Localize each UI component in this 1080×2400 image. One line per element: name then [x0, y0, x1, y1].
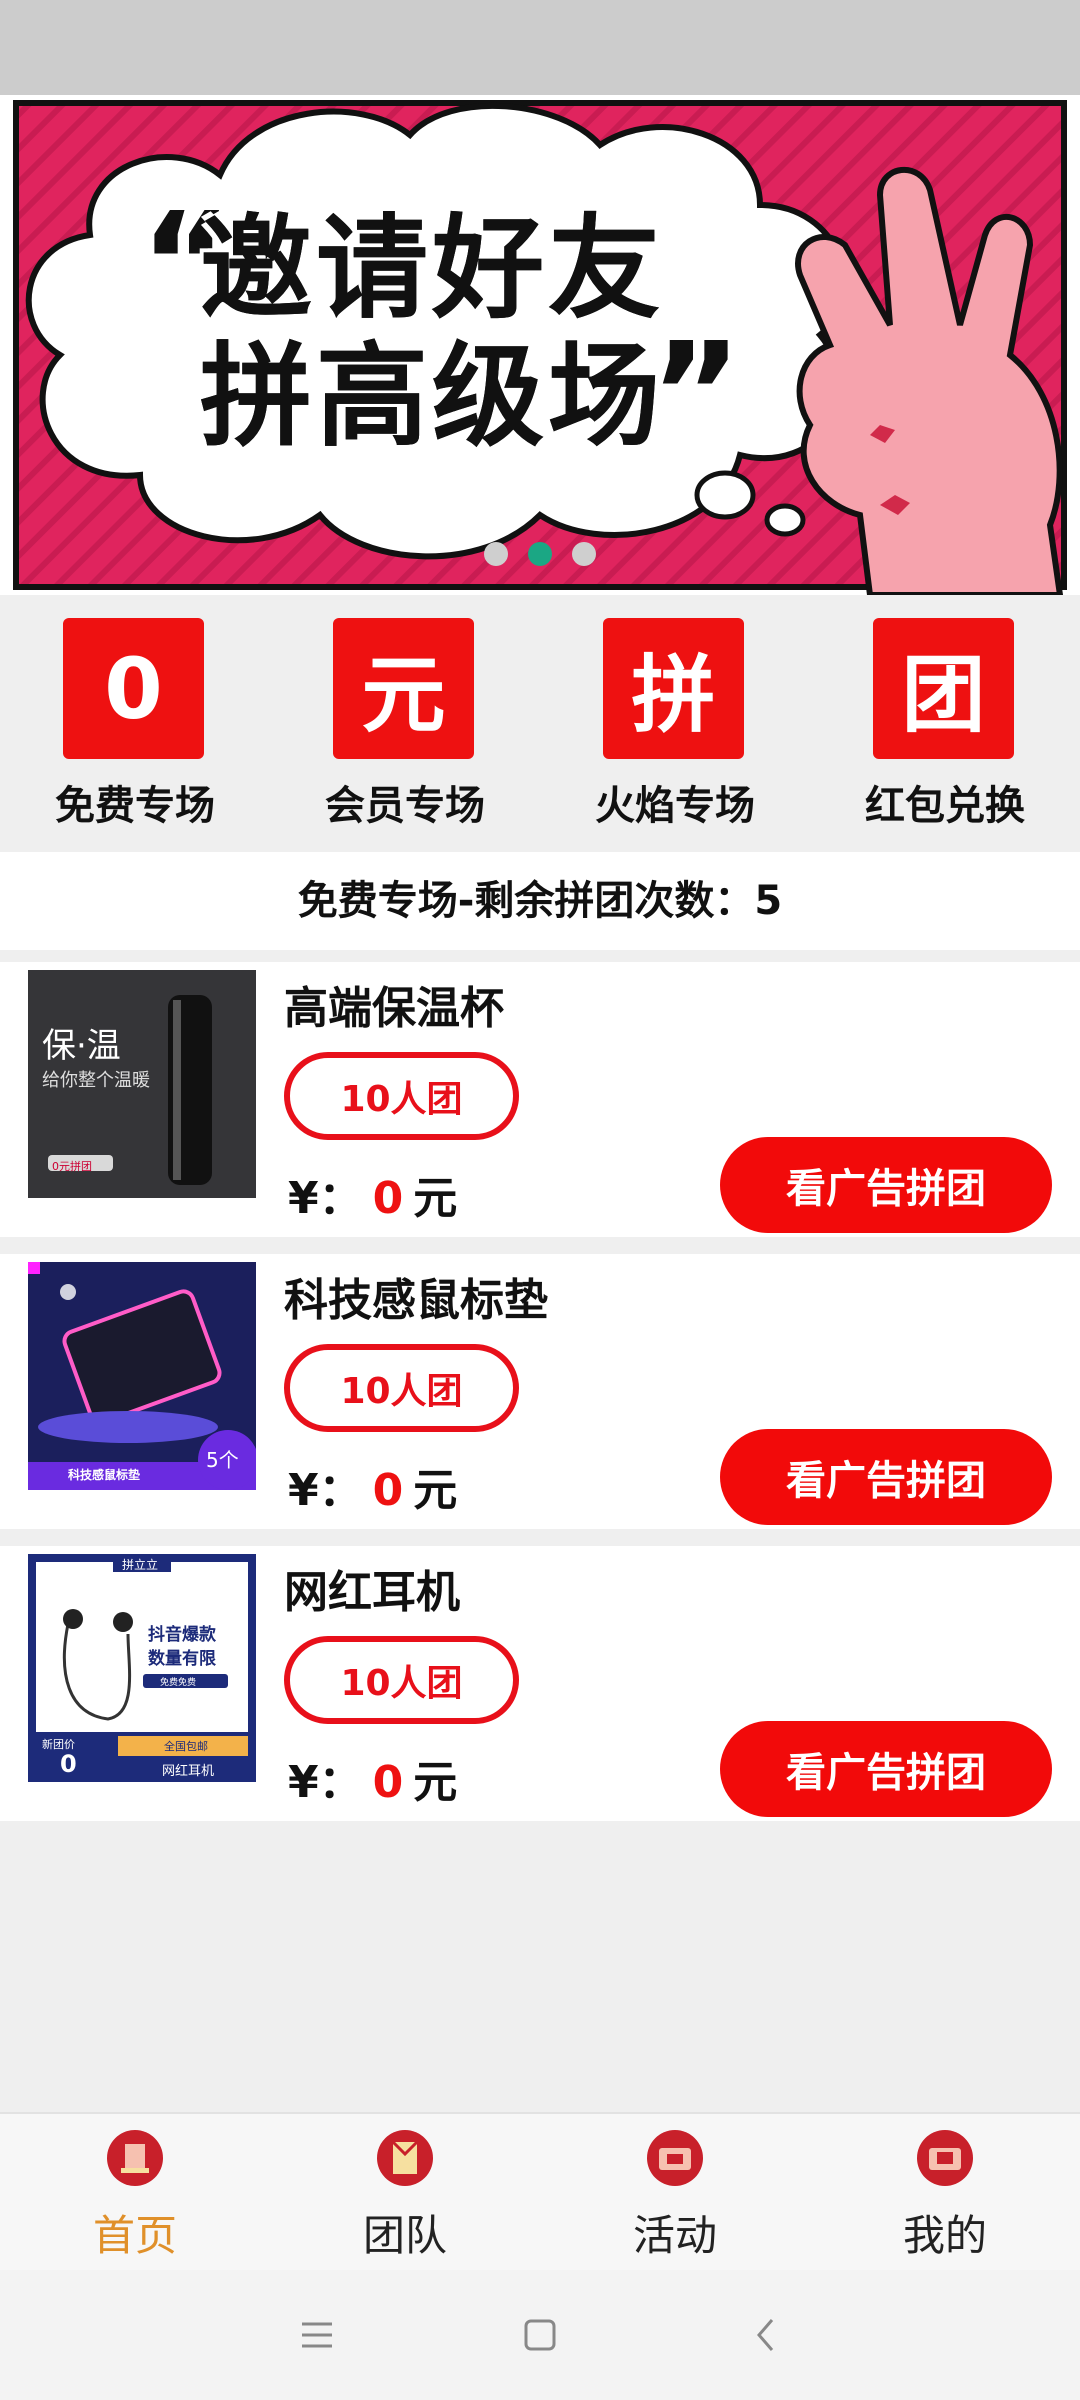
product-price: ¥： 0 元: [288, 1746, 457, 1810]
system-nav-bar: [0, 2270, 1080, 2400]
watch-ad-group-button[interactable]: 看广告拼团: [720, 1721, 1052, 1817]
tab-label: 首页: [92, 2211, 177, 2260]
watch-ad-group-button[interactable]: 看广告拼团: [720, 1429, 1052, 1525]
product-name: 高端保温杯: [284, 983, 504, 1034]
tab-team[interactable]: 团队: [270, 2114, 540, 2272]
thumb-headline-2: 数量有限: [148, 1649, 216, 1669]
category-tile-icon: 元: [333, 618, 474, 759]
group-size-badge: 10人团: [284, 1344, 519, 1432]
thumb-brand: 拼立立: [122, 1558, 159, 1572]
thumb-headline-1: 抖音爆款: [148, 1625, 216, 1645]
tab-label: 团队: [362, 2211, 447, 2260]
tab-home[interactable]: 首页: [0, 2114, 270, 2272]
banner-line-1: 邀请好友: [200, 204, 664, 334]
category-label: 会员专场: [325, 783, 485, 829]
thumb-price: 0: [60, 1750, 77, 1778]
remaining-count-text: 免费专场-剩余拼团次数：5: [0, 852, 1080, 950]
thumb-button: 免费免费: [160, 1678, 197, 1688]
status-bar: [0, 0, 1080, 95]
category-redpacket[interactable]: 团 红包兑换: [810, 595, 1080, 850]
category-member[interactable]: 元 会员专场: [270, 595, 540, 850]
product-image-thermos[interactable]: 保·温 给你整个温暖 0元拼团: [28, 970, 256, 1198]
thumb-caption: 科技感鼠标垫: [68, 1468, 141, 1482]
promo-banner[interactable]: “ 邀请好友 拼高级场 ”: [0, 95, 1080, 595]
category-label: 免费专场: [55, 783, 215, 829]
product-image-mousepad[interactable]: 科技感鼠标垫 5个: [28, 1262, 256, 1490]
product-price: ¥： 0 元: [288, 1454, 457, 1518]
group-size-badge: 10人团: [284, 1636, 519, 1724]
profile-icon: [917, 2130, 973, 2186]
thumb-tag: 0元拼团: [52, 1160, 92, 1173]
team-icon: [377, 2130, 433, 2186]
home-icon: [107, 2130, 163, 2186]
back-chevron-icon[interactable]: [742, 2310, 792, 2360]
thumb-title: 保·温: [42, 1026, 121, 1066]
banner-line-2: 拼高级场: [200, 332, 664, 462]
product-card[interactable]: 科技感鼠标垫 5个 科技感鼠标垫 10人团 ¥： 0 元 看广告拼团: [0, 1254, 1080, 1529]
category-label: 火焰专场: [595, 783, 755, 829]
category-flame[interactable]: 拼 火焰专场: [540, 595, 810, 850]
currency-label: ¥：: [288, 1465, 363, 1516]
carousel-dot-active[interactable]: [528, 542, 552, 566]
product-card[interactable]: 拼立立 抖音爆款 数量有限 免费免费 新团价 全国包邮 0 网红耳机 网红耳机 …: [0, 1546, 1080, 1821]
square-home-icon[interactable]: [515, 2310, 565, 2360]
price-value: 0: [372, 1757, 404, 1808]
product-card[interactable]: 保·温 给你整个温暖 0元拼团 高端保温杯 10人团 ¥： 0 元 看广告拼团: [0, 962, 1080, 1237]
category-grid: 0 免费专场 元 会员专场 拼 火焰专场 团 红包兑换: [0, 595, 1080, 850]
price-unit: 元: [413, 1757, 458, 1808]
thumb-name: 网红耳机: [162, 1764, 215, 1779]
tab-profile[interactable]: 我的: [810, 2114, 1080, 2272]
currency-label: ¥：: [288, 1757, 363, 1808]
tab-activity[interactable]: 活动: [540, 2114, 810, 2272]
thumb-label-2: 全国包邮: [164, 1740, 208, 1753]
banner-headline: 邀请好友 拼高级场: [128, 205, 664, 461]
product-image-earphones[interactable]: 拼立立 抖音爆款 数量有限 免费免费 新团价 全国包邮 0 网红耳机: [28, 1554, 256, 1782]
carousel-dot[interactable]: [572, 542, 596, 566]
tab-label: 活动: [632, 2211, 717, 2260]
product-name: 科技感鼠标垫: [284, 1275, 548, 1326]
price-unit: 元: [413, 1173, 458, 1224]
menu-icon[interactable]: [292, 2310, 342, 2360]
product-price: ¥： 0 元: [288, 1162, 457, 1226]
close-quote: ”: [650, 313, 743, 476]
category-free[interactable]: 0 免费专场: [0, 595, 270, 850]
price-unit: 元: [413, 1465, 458, 1516]
category-label: 红包兑换: [865, 783, 1025, 829]
category-tile-icon: 团: [873, 618, 1014, 759]
watch-ad-group-button[interactable]: 看广告拼团: [720, 1137, 1052, 1233]
group-size-badge: 10人团: [284, 1052, 519, 1140]
price-value: 0: [372, 1173, 404, 1224]
category-tile-icon: 拼: [603, 618, 744, 759]
price-value: 0: [372, 1465, 404, 1516]
thumb-count: 5个: [206, 1448, 239, 1472]
product-name: 网红耳机: [284, 1567, 460, 1618]
bottom-tab-bar: 首页 团队 活动 我的: [0, 2112, 1080, 2272]
tab-label: 我的: [902, 2211, 987, 2260]
activity-icon: [647, 2130, 703, 2186]
category-tile-icon: 0: [63, 618, 204, 759]
thumb-subtitle: 给你整个温暖: [42, 1070, 150, 1091]
carousel-indicator: [484, 542, 596, 566]
currency-label: ¥：: [288, 1173, 363, 1224]
carousel-dot[interactable]: [484, 542, 508, 566]
